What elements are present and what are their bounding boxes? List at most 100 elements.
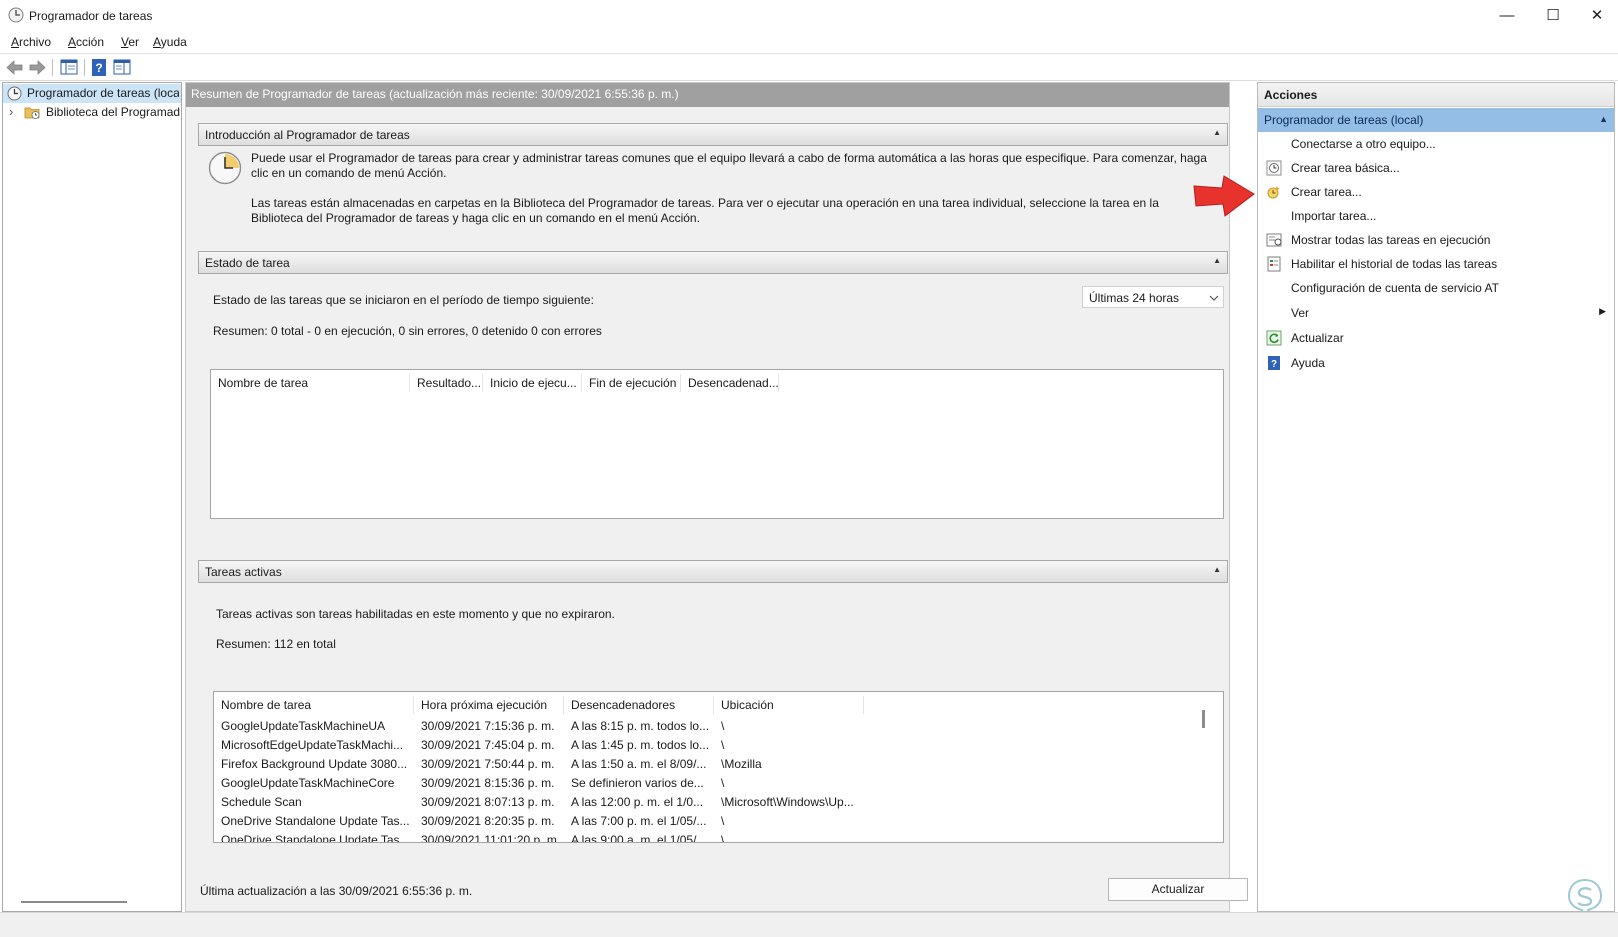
cell-task-name: GoogleUpdateTaskMachineUA (221, 719, 386, 733)
folder-clock-icon (24, 107, 40, 119)
cell-task-name: OneDrive Standalone Update Tas... (221, 833, 410, 843)
action-label: Ayuda (1291, 356, 1325, 370)
action-create-basic-task[interactable]: Crear tarea básica... (1258, 156, 1614, 180)
section-title: Tareas activas (205, 565, 282, 579)
create-task-icon (1267, 186, 1280, 199)
action-help[interactable]: ? Ayuda (1258, 351, 1614, 375)
intro-section-header[interactable]: Introducción al Programador de tareas ▲ (198, 123, 1228, 146)
tree-item-label: Programador de tareas (local) (27, 86, 179, 100)
cell-location: \ (721, 814, 725, 828)
action-refresh[interactable]: Actualizar (1258, 326, 1614, 350)
submenu-arrow-icon: ▶ (1599, 306, 1606, 316)
clock-icon (7, 86, 22, 101)
action-at-service-account[interactable]: Configuración de cuenta de servicio AT (1258, 276, 1614, 300)
table-row[interactable]: OneDrive Standalone Update Tas... 30/09/… (214, 812, 1199, 831)
summary-header: Resumen de Programador de tareas (actual… (186, 83, 1229, 107)
column-header-trigger[interactable]: Desencadenad... (681, 374, 779, 392)
clock-app-icon (8, 7, 24, 23)
action-label: Configuración de cuenta de servicio AT (1291, 281, 1499, 295)
cell-location: \Mozilla (721, 757, 762, 771)
active-tasks-summary: Resumen: 112 en total (216, 637, 336, 651)
collapse-icon[interactable]: ▲ (1599, 114, 1608, 124)
toolbar: ? (0, 53, 1618, 81)
active-tasks-section-header[interactable]: Tareas activas ▲ (198, 560, 1228, 583)
column-header-task-name[interactable]: Nombre de tarea (211, 374, 410, 392)
column-header-run-start[interactable]: Inicio de ejecu... (483, 374, 582, 392)
action-label: Crear tarea... (1291, 185, 1362, 199)
cell-task-name: GoogleUpdateTaskMachineCore (221, 776, 395, 790)
action-label: Crear tarea básica... (1291, 161, 1400, 175)
column-header-result[interactable]: Resultado... (410, 374, 483, 392)
column-header-task-name[interactable]: Nombre de tarea (214, 696, 414, 714)
section-title: Estado de tarea (205, 256, 290, 270)
tree-item-task-scheduler-local[interactable]: Programador de tareas (local) (3, 84, 181, 103)
title-bar: Programador de tareas — ☐ ✕ (0, 0, 1618, 32)
column-header-next-run[interactable]: Hora próxima ejecución (414, 696, 564, 714)
cell-task-name: MicrosoftEdgeUpdateTaskMachi... (221, 738, 404, 752)
table-row[interactable]: Firefox Background Update 3080... 30/09/… (214, 755, 1199, 774)
status-period-label: Estado de las tareas que se iniciaron en… (213, 293, 594, 307)
refresh-button[interactable]: Actualizar (1108, 878, 1248, 901)
back-arrow-icon (6, 60, 23, 75)
help-icon: ? (92, 59, 106, 76)
cell-next-run: 30/09/2021 8:15:36 p. m. (421, 776, 555, 790)
collapse-icon[interactable]: ▲ (1213, 128, 1221, 137)
help-icon: ? (1268, 356, 1280, 370)
cell-triggers: A las 7:00 p. m. el 1/05/... (571, 814, 707, 828)
period-dropdown[interactable]: Últimas 24 horas (1082, 286, 1224, 308)
forward-button[interactable] (26, 57, 48, 78)
horizontal-scrollbar[interactable] (21, 901, 127, 903)
collapse-icon[interactable]: ▲ (1213, 256, 1221, 265)
console-tree-icon (60, 59, 78, 75)
console-tree: Programador de tareas (local) › Bibliote… (2, 82, 182, 912)
actions-group-label: Programador de tareas (local) (1264, 113, 1424, 127)
table-row[interactable]: GoogleUpdateTaskMachineUA 30/09/2021 7:1… (214, 717, 1199, 736)
cell-task-name: Firefox Background Update 3080... (221, 757, 408, 771)
menu-accion[interactable]: Acción (68, 35, 104, 49)
basic-task-icon (1266, 160, 1282, 176)
action-create-task[interactable]: Crear tarea... (1258, 180, 1614, 204)
table-row[interactable]: OneDrive Standalone Update Tas... 30/09/… (214, 831, 1199, 843)
minimize-button[interactable]: — (1484, 0, 1530, 32)
active-tasks-table[interactable]: Nombre de tarea Hora próxima ejecución D… (213, 691, 1224, 843)
action-show-running-tasks[interactable]: Mostrar todas las tareas en ejecución (1258, 228, 1614, 252)
cell-location: \ (721, 738, 725, 752)
last-update-text: Última actualización a las 30/09/2021 6:… (200, 884, 473, 898)
cell-location: \ (721, 719, 725, 733)
task-status-section-header[interactable]: Estado de tarea ▲ (198, 251, 1228, 274)
show-console-tree-button[interactable] (58, 57, 80, 78)
action-connect-computer[interactable]: Conectarse a otro equipo... (1258, 132, 1614, 156)
column-header-triggers[interactable]: Desencadenadores (564, 696, 714, 714)
vertical-scrollbar-thumb[interactable] (1202, 710, 1205, 728)
action-import-task[interactable]: Importar tarea... (1258, 204, 1614, 228)
cell-triggers: A las 12:00 p. m. el 1/0... (571, 795, 704, 809)
actions-group-header[interactable]: Programador de tareas (local) ▲ (1258, 108, 1614, 132)
menu-ver[interactable]: Ver (121, 35, 139, 49)
running-tasks-icon (1266, 233, 1282, 247)
cell-triggers: A las 8:15 p. m. todos lo... (571, 719, 710, 733)
table-row[interactable]: MicrosoftEdgeUpdateTaskMachi... 30/09/20… (214, 736, 1199, 755)
action-view[interactable]: Ver ▶ (1258, 301, 1614, 325)
menu-ayuda[interactable]: Ayuda (153, 35, 187, 49)
cell-location: \ (721, 776, 725, 790)
chevron-right-icon[interactable]: › (9, 104, 13, 119)
back-button[interactable] (4, 57, 26, 78)
column-header-run-end[interactable]: Fin de ejecución (582, 374, 681, 392)
close-button[interactable]: ✕ (1574, 0, 1618, 32)
task-status-table[interactable]: Nombre de tarea Resultado... Inicio de e… (210, 369, 1224, 519)
action-label: Ver (1291, 306, 1310, 320)
help-toolbar-button[interactable]: ? (88, 57, 110, 78)
action-enable-history[interactable]: Habilitar el historial de todas las tare… (1258, 252, 1614, 276)
column-header-location[interactable]: Ubicación (714, 696, 864, 714)
show-action-pane-button[interactable] (111, 57, 133, 78)
collapse-icon[interactable]: ▲ (1213, 565, 1221, 574)
cell-triggers: Se definieron varios de... (571, 776, 704, 790)
table-row[interactable]: GoogleUpdateTaskMachineCore 30/09/2021 8… (214, 774, 1199, 793)
menu-archivo[interactable]: Archivo (11, 35, 51, 49)
actions-title: Acciones (1258, 83, 1614, 107)
tree-item-task-library[interactable]: › Biblioteca del Programador de tareas (3, 103, 181, 122)
maximize-button[interactable]: ☐ (1530, 0, 1576, 32)
cell-task-name: Schedule Scan (221, 795, 302, 809)
table-row[interactable]: Schedule Scan 30/09/2021 8:07:13 p. m. A… (214, 793, 1199, 812)
cell-next-run: 30/09/2021 11:01:20 p. m. (421, 833, 561, 843)
